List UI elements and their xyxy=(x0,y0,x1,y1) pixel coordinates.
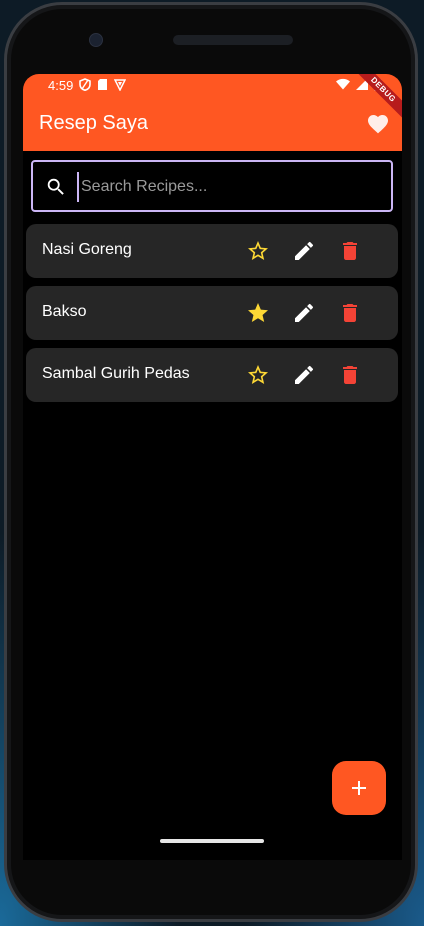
plus-icon xyxy=(352,781,366,795)
heart-icon xyxy=(368,115,388,134)
search-field[interactable] xyxy=(31,160,393,212)
home-indicator[interactable] xyxy=(160,839,264,843)
star-outline-icon xyxy=(248,365,268,384)
search-icon xyxy=(47,178,64,195)
search-input[interactable] xyxy=(77,172,383,202)
recipe-card[interactable]: Bakso xyxy=(26,286,398,340)
favorite-toggle-button[interactable] xyxy=(246,363,270,387)
star-filled-icon xyxy=(248,303,268,322)
speaker-grille xyxy=(173,35,293,45)
edit-button[interactable] xyxy=(292,239,316,263)
trash-icon xyxy=(343,304,357,322)
favorite-toggle-button[interactable] xyxy=(246,301,270,325)
page-title: Resep Saya xyxy=(39,112,148,134)
trash-icon xyxy=(343,366,357,384)
star-outline-icon xyxy=(248,241,268,260)
recipe-name: Nasi Goreng xyxy=(42,241,132,258)
status-time: 4:59 xyxy=(48,78,74,93)
edit-button[interactable] xyxy=(292,363,316,387)
recipe-card[interactable]: Nasi Goreng xyxy=(26,224,398,278)
shield-icon xyxy=(79,78,91,91)
edit-button[interactable] xyxy=(292,301,316,325)
favorite-toggle-button[interactable] xyxy=(246,239,270,263)
delete-button[interactable] xyxy=(338,301,362,325)
app-bar: 4:59 Resep Saya DEBUG xyxy=(23,74,402,151)
trash-icon xyxy=(343,242,357,260)
wifi-icon xyxy=(336,78,350,90)
recipe-list: Nasi Goreng Bakso Sambal Gurih Pedas xyxy=(26,224,398,410)
status-notification-icons xyxy=(79,78,126,91)
favorites-button[interactable] xyxy=(366,112,390,136)
add-recipe-button[interactable] xyxy=(332,761,386,815)
app-screen: 4:59 Resep Saya DEBUG Search Recipes... … xyxy=(23,74,402,860)
camera-icon xyxy=(89,33,103,47)
recipe-card[interactable]: Sambal Gurih Pedas xyxy=(26,348,398,402)
recipe-name: Bakso xyxy=(42,303,87,320)
status-bar: 4:59 xyxy=(23,74,402,96)
pencil-icon xyxy=(295,303,314,322)
delete-button[interactable] xyxy=(338,363,362,387)
sd-card-icon xyxy=(98,79,107,90)
pencil-icon xyxy=(295,365,314,384)
vpn-icon xyxy=(114,79,126,91)
pencil-icon xyxy=(295,241,314,260)
recipe-name: Sambal Gurih Pedas xyxy=(42,365,190,382)
delete-button[interactable] xyxy=(338,239,362,263)
